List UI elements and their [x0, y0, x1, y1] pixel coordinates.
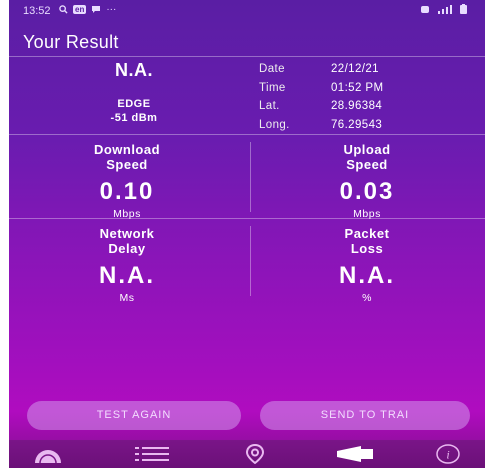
- speedometer-icon[interactable]: [31, 444, 65, 464]
- network-signal: -51 dBm: [110, 112, 158, 124]
- alarm-icon: [421, 6, 429, 13]
- list-icon[interactable]: [134, 444, 170, 464]
- loss-label-1: Packet: [344, 226, 390, 241]
- delay-label-1: Network: [99, 226, 155, 241]
- divider-1: [9, 134, 485, 135]
- test-metadata: Date 22/12/21 Time 01:52 PM Lat. 28.96384 L…: [259, 60, 383, 134]
- status-right-icons: [420, 4, 467, 14]
- chat-icon: [92, 6, 101, 13]
- status-time: 13:52: [23, 5, 51, 17]
- info-icon[interactable]: i: [434, 444, 462, 464]
- status-left-icons: en ···: [59, 4, 116, 15]
- download-speed: Download Speed 0.10 Mbps: [27, 142, 227, 220]
- loss-label-2: Loss: [350, 241, 384, 256]
- search-icon: [59, 5, 68, 14]
- page-title: Your Result: [23, 32, 119, 52]
- phone-screen: 13:52 en ··· Your Result N.A. EDGE -51 d…: [9, 0, 485, 468]
- battery-icon: [460, 4, 467, 14]
- more-indicator: ···: [106, 4, 117, 15]
- test-again-button[interactable]: TEST AGAIN: [27, 401, 241, 430]
- packet-loss: Packet Loss N.A. %: [267, 226, 467, 304]
- time-label: Time: [259, 81, 286, 94]
- divider-top: [9, 56, 485, 57]
- delay-label-2: Delay: [108, 241, 146, 256]
- network-delay: Network Delay N.A. Ms: [27, 226, 227, 304]
- divider-vertical-1: [250, 142, 251, 212]
- location-icon[interactable]: [244, 444, 266, 464]
- divider-vertical-2: [250, 226, 251, 296]
- send-to-trai-button[interactable]: SEND TO TRAI: [260, 401, 470, 430]
- bottom-navigation: i: [9, 440, 485, 468]
- status-bar: 13:52 en ···: [9, 0, 485, 22]
- date-label: Date: [259, 63, 285, 75]
- lat-value: 28.96384: [331, 100, 383, 112]
- network-type: EDGE: [117, 98, 151, 110]
- loss-unit: %: [362, 292, 372, 304]
- signal-icon: [438, 5, 452, 14]
- divider-2: [9, 218, 485, 219]
- download-value: 0.10: [99, 178, 155, 205]
- long-value: 76.29543: [331, 118, 383, 131]
- upload-speed: Upload Speed 0.03 Mbps: [267, 142, 467, 220]
- long-label: Long.: [259, 118, 290, 131]
- delay-unit: Ms: [119, 292, 135, 304]
- time-value: 01:52 PM: [331, 81, 384, 94]
- upload-label-2: Speed: [346, 157, 388, 172]
- upload-label-1: Upload: [343, 142, 391, 157]
- network-value: N.A.: [115, 60, 153, 80]
- download-label-1: Download: [93, 142, 161, 157]
- date-value: 22/12/21: [331, 63, 379, 75]
- delay-value: N.A.: [99, 262, 155, 289]
- megaphone-icon[interactable]: [335, 444, 375, 464]
- lat-label: Lat.: [259, 100, 280, 112]
- upload-value: 0.03: [339, 178, 395, 205]
- download-label-2: Speed: [106, 157, 148, 172]
- network-info: N.A. EDGE -51 dBm: [49, 60, 219, 125]
- app-badge: en: [73, 5, 87, 14]
- svg-text:i: i: [446, 448, 449, 462]
- loss-value: N.A.: [339, 262, 395, 289]
